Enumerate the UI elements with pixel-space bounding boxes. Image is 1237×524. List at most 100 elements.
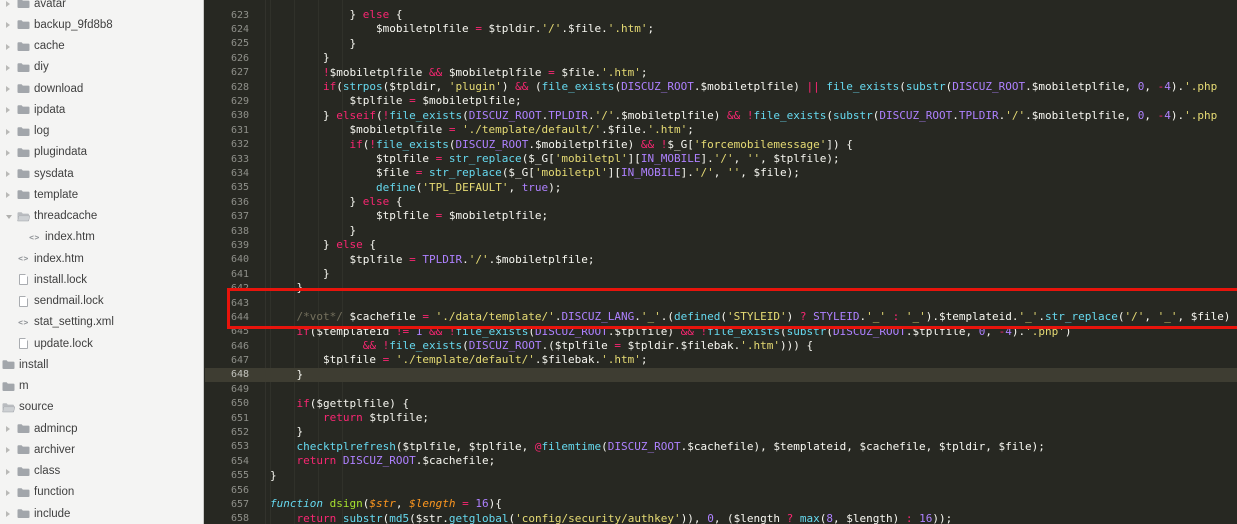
- code-line-656[interactable]: 656: [205, 483, 1237, 497]
- chevron-right-icon[interactable]: [6, 22, 10, 28]
- chevron-right-icon[interactable]: [6, 192, 10, 198]
- code-line-654[interactable]: 654 return DISCUZ_ROOT.$cachefile;: [205, 454, 1237, 468]
- code-line-637[interactable]: 637 $tplfile = $mobiletplfile;: [205, 209, 1237, 223]
- sidebar-item-class[interactable]: class: [0, 461, 204, 482]
- code-text[interactable]: if($templateid != 1 && !file_exists(DISC…: [270, 325, 1072, 339]
- code-text[interactable]: }: [270, 51, 330, 65]
- code-line-639[interactable]: 639 } else {: [205, 238, 1237, 252]
- code-text[interactable]: $file = str_replace($_G['mobiletpl'][IN_…: [270, 166, 800, 180]
- chevron-right-icon[interactable]: [6, 150, 10, 156]
- code-line-631[interactable]: 631 $mobiletplfile = './template/default…: [205, 123, 1237, 137]
- code-text[interactable]: $tplfile = $mobiletplfile;: [270, 209, 548, 223]
- code-text[interactable]: }: [270, 425, 303, 439]
- code-line-623[interactable]: 623 } else {: [205, 8, 1237, 22]
- code-line-647[interactable]: 647 $tplfile = './template/default/'.$fi…: [205, 353, 1237, 367]
- chevron-right-icon[interactable]: [6, 511, 10, 517]
- chevron-right-icon[interactable]: [6, 44, 10, 50]
- code-line-658[interactable]: 658 return substr(md5($str.getglobal('co…: [205, 512, 1237, 524]
- code-text[interactable]: checktplrefresh($tplfile, $tplfile, @fil…: [270, 440, 1045, 454]
- sidebar-item-template[interactable]: template: [0, 184, 204, 205]
- code-line-635[interactable]: 635 define('TPL_DEFAULT', true);: [205, 181, 1237, 195]
- code-text[interactable]: } elseif(!file_exists(DISCUZ_ROOT.TPLDIR…: [270, 109, 1217, 123]
- sidebar-item-m[interactable]: m: [0, 376, 204, 397]
- code-text[interactable]: $tplfile = TPLDIR.'/'.$mobiletplfile;: [270, 253, 595, 267]
- sidebar-item-source[interactable]: source: [0, 397, 204, 418]
- code-text[interactable]: $mobiletplfile = $tpldir.'/'.$file.'.htm…: [270, 22, 654, 36]
- sidebar-item-function[interactable]: function: [0, 482, 204, 503]
- sidebar-item-update-lock[interactable]: update.lock: [0, 333, 204, 354]
- code-editor[interactable]: 623 } else {624 $mobiletplfile = $tpldir…: [205, 0, 1237, 524]
- sidebar-item-diy[interactable]: diy: [0, 57, 204, 78]
- sidebar-item-archiver[interactable]: archiver: [0, 439, 204, 460]
- chevron-right-icon[interactable]: [6, 426, 10, 432]
- code-text[interactable]: } else {: [270, 195, 402, 209]
- code-line-634[interactable]: 634 $file = str_replace($_G['mobiletpl']…: [205, 166, 1237, 180]
- sidebar-item-sysdata[interactable]: sysdata: [0, 163, 204, 184]
- code-line-657[interactable]: 657function dsign($str, $length = 16){: [205, 497, 1237, 511]
- chevron-right-icon[interactable]: [6, 1, 10, 7]
- chevron-right-icon[interactable]: [6, 65, 10, 71]
- code-text[interactable]: define('TPL_DEFAULT', true);: [270, 181, 561, 195]
- code-line-624[interactable]: 624 $mobiletplfile = $tpldir.'/'.$file.'…: [205, 22, 1237, 36]
- sidebar-item-backup-9fd8b8[interactable]: backup_9fd8b8: [0, 14, 204, 35]
- code-text[interactable]: if($gettplfile) {: [270, 397, 409, 411]
- code-text[interactable]: return DISCUZ_ROOT.$cachefile;: [270, 454, 495, 468]
- chevron-right-icon[interactable]: [6, 490, 10, 496]
- code-line-651[interactable]: 651 return $tplfile;: [205, 411, 1237, 425]
- code-line-649[interactable]: 649: [205, 382, 1237, 396]
- sidebar-item-stat-setting-xml[interactable]: <>stat_setting.xml: [0, 312, 204, 333]
- code-line-627[interactable]: 627 !$mobiletplfile && $mobiletplfile = …: [205, 66, 1237, 80]
- sidebar-item-avatar[interactable]: avatar: [0, 0, 204, 14]
- code-text[interactable]: if(strpos($tpldir, 'plugin') && (file_ex…: [270, 80, 1217, 94]
- code-text[interactable]: $tplfile = $mobiletplfile;: [270, 94, 522, 108]
- code-line-640[interactable]: 640 $tplfile = TPLDIR.'/'.$mobiletplfile…: [205, 253, 1237, 267]
- sidebar-item-index-htm[interactable]: <>index.htm: [0, 227, 204, 248]
- code-line-642[interactable]: 642 }: [205, 281, 1237, 295]
- code-line-630[interactable]: 630 } elseif(!file_exists(DISCUZ_ROOT.TP…: [205, 109, 1237, 123]
- code-line-648-highlighted[interactable]: 648 }: [205, 368, 1237, 382]
- chevron-right-icon[interactable]: [6, 129, 10, 135]
- chevron-down-icon[interactable]: [6, 215, 12, 219]
- code-line-632[interactable]: 632 if(!file_exists(DISCUZ_ROOT.$mobilet…: [205, 138, 1237, 152]
- code-line-646[interactable]: 646 && !file_exists(DISCUZ_ROOT.($tplfil…: [205, 339, 1237, 353]
- code-text[interactable]: }: [270, 37, 356, 51]
- sidebar-item-install-lock[interactable]: install.lock: [0, 269, 204, 290]
- code-line-625[interactable]: 625 }: [205, 37, 1237, 51]
- code-text[interactable]: }: [270, 368, 303, 382]
- code-line-652[interactable]: 652 }: [205, 425, 1237, 439]
- code-text[interactable]: } else {: [270, 238, 376, 252]
- sidebar-item-cache[interactable]: cache: [0, 36, 204, 57]
- chevron-right-icon[interactable]: [6, 447, 10, 453]
- code-text[interactable]: function dsign($str, $length = 16){: [270, 497, 502, 511]
- code-text[interactable]: $tplfile = './template/default/'.$fileba…: [270, 353, 648, 367]
- sidebar-item-index-htm[interactable]: <>index.htm: [0, 248, 204, 269]
- sidebar-item-admincp[interactable]: admincp: [0, 418, 204, 439]
- chevron-right-icon[interactable]: [6, 107, 10, 113]
- chevron-right-icon[interactable]: [6, 171, 10, 177]
- sidebar-item-log[interactable]: log: [0, 121, 204, 142]
- code-text[interactable]: } else {: [270, 8, 402, 22]
- sidebar-item-sendmail-lock[interactable]: sendmail.lock: [0, 291, 204, 312]
- code-text[interactable]: $tplfile = str_replace($_G['mobiletpl'][…: [270, 152, 840, 166]
- code-text[interactable]: !$mobiletplfile && $mobiletplfile = $fil…: [270, 66, 648, 80]
- code-line-636[interactable]: 636 } else {: [205, 195, 1237, 209]
- code-line-645[interactable]: 645 if($templateid != 1 && !file_exists(…: [205, 325, 1237, 339]
- code-text[interactable]: }: [270, 281, 303, 295]
- code-text[interactable]: return substr(md5($str.getglobal('config…: [270, 512, 952, 524]
- code-line-638[interactable]: 638 }: [205, 224, 1237, 238]
- code-text[interactable]: /*vot*/ $cachefile = './data/template/'.…: [270, 310, 1230, 324]
- code-line-653[interactable]: 653 checktplrefresh($tplfile, $tplfile, …: [205, 440, 1237, 454]
- code-line-641[interactable]: 641 }: [205, 267, 1237, 281]
- code-text[interactable]: && !file_exists(DISCUZ_ROOT.($tplfile = …: [270, 339, 813, 353]
- code-line-629[interactable]: 629 $tplfile = $mobiletplfile;: [205, 94, 1237, 108]
- code-line-655[interactable]: 655}: [205, 469, 1237, 483]
- code-text[interactable]: }: [270, 469, 277, 483]
- code-line-644[interactable]: 644 /*vot*/ $cachefile = './data/templat…: [205, 310, 1237, 324]
- sidebar-item-install[interactable]: install: [0, 354, 204, 375]
- chevron-right-icon[interactable]: [6, 469, 10, 475]
- code-text[interactable]: }: [270, 267, 330, 281]
- code-line-650[interactable]: 650 if($gettplfile) {: [205, 397, 1237, 411]
- code-text[interactable]: $mobiletplfile = './template/default/'.$…: [270, 123, 694, 137]
- sidebar-item-plugindata[interactable]: plugindata: [0, 142, 204, 163]
- code-line-626[interactable]: 626 }: [205, 51, 1237, 65]
